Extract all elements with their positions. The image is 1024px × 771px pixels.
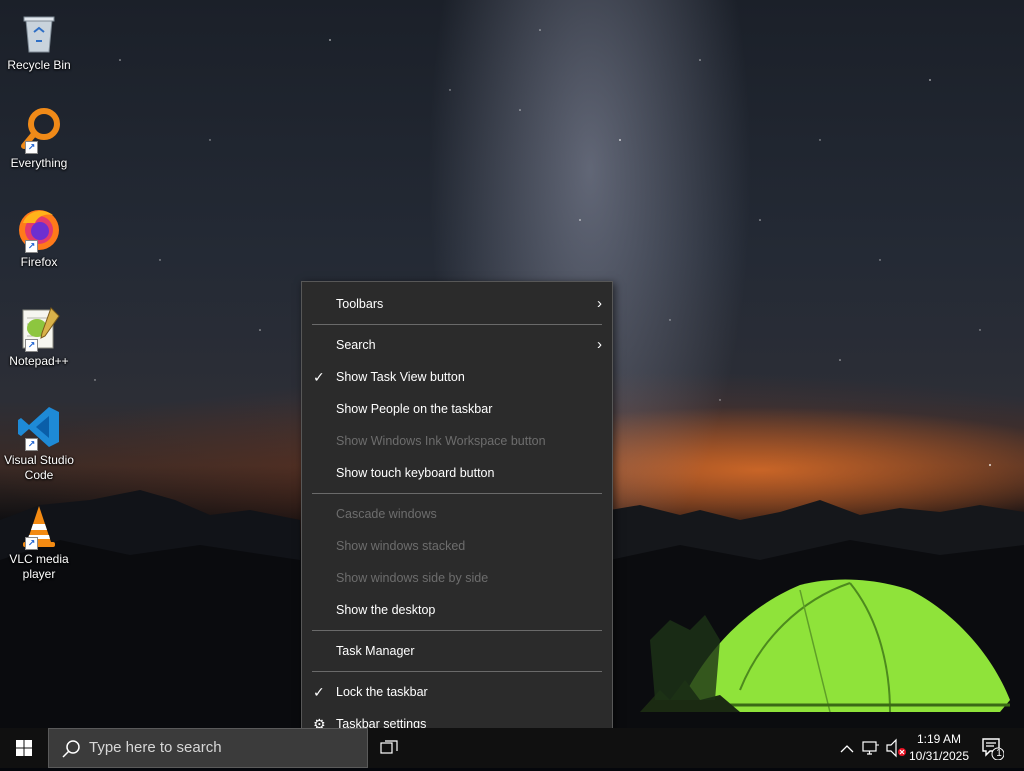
vlc-icon — [23, 506, 55, 547]
desktop-icon-everything[interactable]: ↗ Everything — [2, 106, 76, 171]
desktop-icon-label: Notepad++ — [9, 354, 69, 368]
show-hidden-icons-button[interactable] — [838, 728, 856, 768]
menu-item-label: Lock the taskbar — [336, 685, 428, 699]
menu-item-label: Show the desktop — [336, 603, 436, 617]
menu-item-task-manager[interactable]: Task Manager — [302, 635, 612, 667]
menu-item-label: Task Manager — [336, 644, 415, 658]
recycle-bin-icon — [23, 16, 55, 53]
desktop-icon-recycle-bin[interactable]: Recycle Bin — [2, 8, 76, 73]
network-icon — [862, 741, 879, 755]
menu-separator — [312, 630, 602, 631]
menu-item-label: Show People on the taskbar — [336, 402, 493, 416]
search-icon — [62, 740, 80, 758]
windows-logo-icon — [16, 740, 32, 756]
menu-item-label: Show Task View button — [336, 370, 465, 384]
desktop-icon-label: VLC media player — [9, 552, 69, 581]
checkmark-icon: ✓ — [313, 684, 325, 700]
menu-item-label: Show Windows Ink Workspace button — [336, 434, 546, 448]
chevron-right-icon: › — [597, 295, 602, 312]
menu-item-show-windows-ink: Show Windows Ink Workspace button — [302, 425, 612, 457]
taskbar-clock[interactable]: 1:19 AM 10/31/2025 — [908, 731, 970, 765]
menu-item-show-task-view-button[interactable]: ✓ Show Task View button — [302, 361, 612, 393]
clock-date: 10/31/2025 — [908, 749, 970, 763]
start-button[interactable] — [0, 728, 48, 768]
desktop-icon-visual-studio-code[interactable]: ↗ Visual Studio Code — [2, 403, 76, 483]
notification-count-badge: 1 — [996, 748, 1002, 759]
menu-item-label: Show windows stacked — [336, 539, 466, 553]
shortcut-arrow-icon: ↗ — [25, 240, 38, 253]
desktop-icon-notepad-plus-plus[interactable]: ↗ Notepad++ — [2, 304, 76, 369]
menu-item-show-people[interactable]: Show People on the taskbar — [302, 393, 612, 425]
shortcut-arrow-icon: ↗ — [25, 339, 38, 352]
everything-search-icon — [21, 108, 60, 149]
menu-item-label: Toolbars — [336, 297, 384, 311]
desktop-icon-vlc-media-player[interactable]: ↗ VLC media player — [2, 502, 76, 582]
menu-item-toolbars[interactable]: Toolbars › — [302, 288, 612, 320]
menu-item-label: Search — [336, 338, 376, 352]
menu-item-search[interactable]: Search › — [302, 329, 612, 361]
clock-time: 1:19 AM — [916, 732, 962, 746]
action-center-button[interactable]: 1 — [980, 736, 1005, 761]
network-status-button[interactable] — [861, 728, 881, 768]
shortcut-arrow-icon: ↗ — [25, 438, 38, 451]
checkmark-icon: ✓ — [313, 369, 325, 385]
firefox-icon — [19, 210, 59, 250]
desktop-icon-label: Firefox — [20, 255, 58, 269]
desktop-icon-label: Everything — [10, 156, 68, 170]
desktop-icon-label: Recycle Bin — [7, 58, 71, 72]
menu-item-cascade-windows: Cascade windows — [302, 498, 612, 530]
shortcut-arrow-icon: ↗ — [25, 141, 38, 154]
menu-item-label: Show windows side by side — [336, 571, 489, 585]
search-placeholder: Type here to search — [89, 739, 222, 756]
menu-item-show-the-desktop[interactable]: Show the desktop — [302, 594, 612, 626]
menu-item-label: Cascade windows — [336, 507, 437, 521]
menu-separator — [312, 671, 602, 672]
shortcut-arrow-icon: ↗ — [25, 537, 38, 550]
menu-separator — [312, 324, 602, 325]
desktop-icon-firefox[interactable]: ↗ Firefox — [2, 205, 76, 270]
menu-item-windows-side-by-side: Show windows side by side — [302, 562, 612, 594]
volume-muted-icon — [886, 738, 906, 758]
notepad-plus-plus-icon — [22, 307, 60, 349]
menu-item-label: Show touch keyboard button — [336, 466, 495, 480]
menu-item-windows-stacked: Show windows stacked — [302, 530, 612, 562]
menu-item-lock-the-taskbar[interactable]: ✓ Lock the taskbar — [302, 676, 612, 708]
taskbar-search-box[interactable]: Type here to search — [48, 728, 368, 768]
menu-separator — [312, 493, 602, 494]
volume-button[interactable] — [885, 728, 907, 768]
chevron-right-icon: › — [597, 336, 602, 353]
taskbar-context-menu: Toolbars › Search › ✓ Show Task View but… — [301, 281, 613, 748]
vscode-icon — [18, 407, 59, 447]
task-view-icon[interactable] — [380, 740, 398, 756]
menu-item-show-touch-keyboard[interactable]: Show touch keyboard button — [302, 457, 612, 489]
desktop-icon-label: Visual Studio Code — [4, 453, 74, 482]
chevron-up-icon — [840, 745, 854, 753]
taskbar[interactable]: Type here to search 1:19 AM 10/31/2025 1 — [0, 728, 1024, 768]
